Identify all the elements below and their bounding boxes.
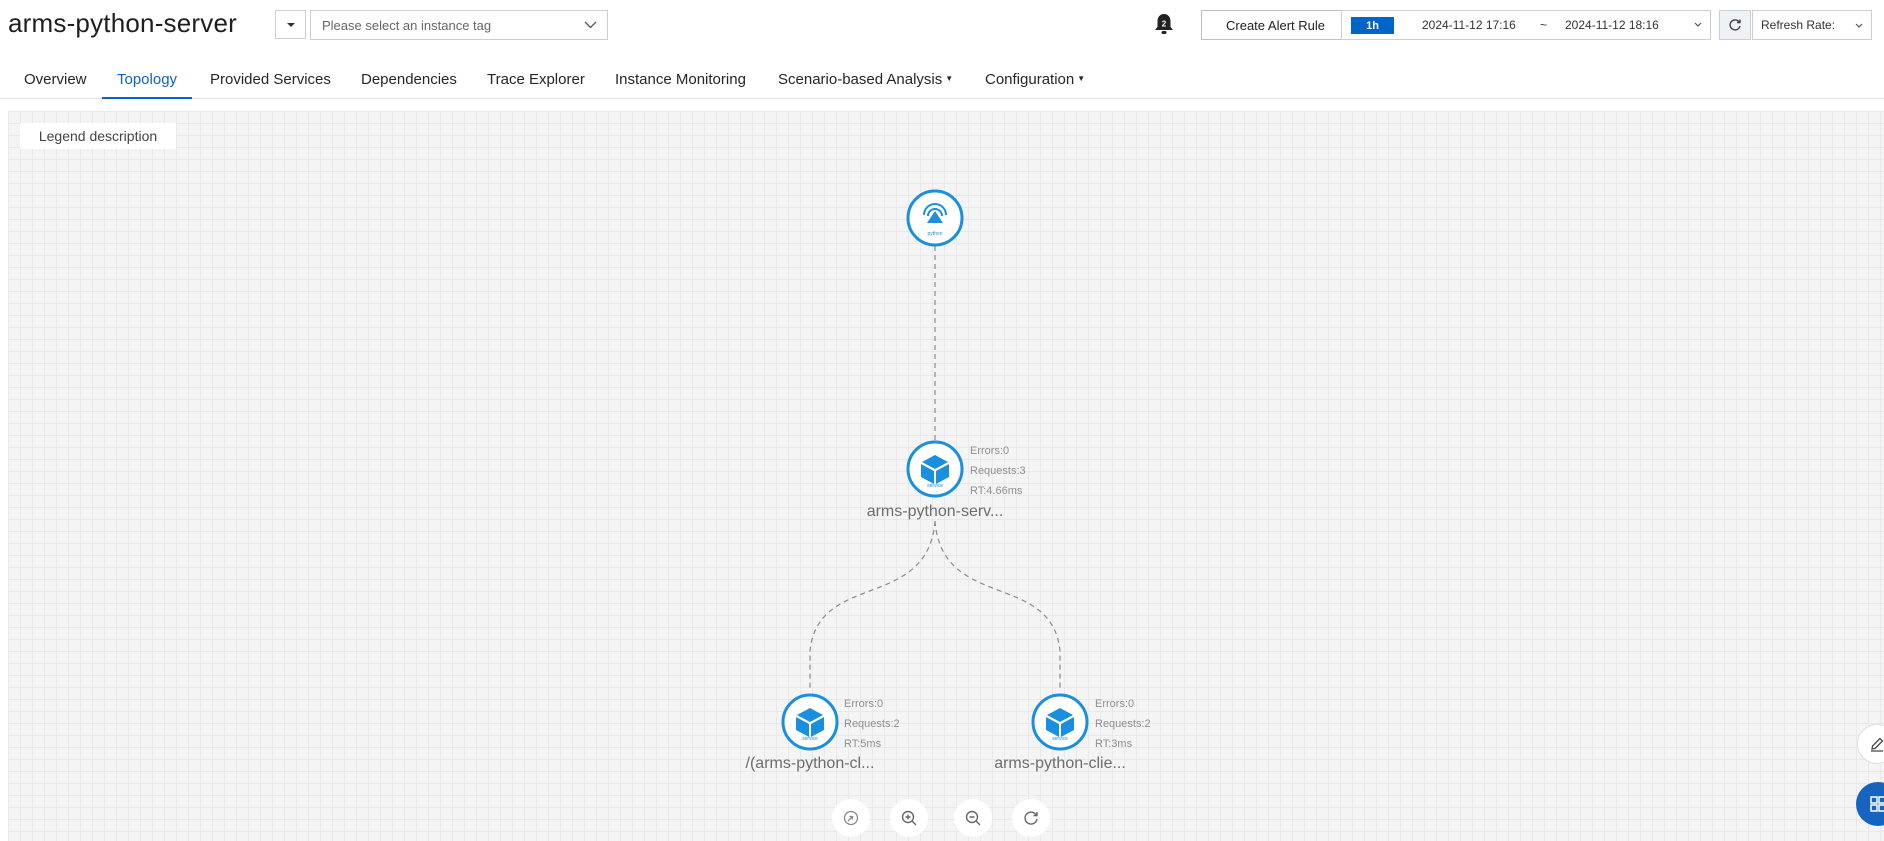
tab-configuration[interactable]: Configuration ▼ (985, 71, 1085, 99)
time-range-end: 2024-11-12 18:16 (1565, 18, 1659, 32)
refresh-button[interactable] (1719, 10, 1751, 40)
grid-icon (1870, 796, 1884, 812)
node-server-label[interactable]: arms-python-serv... (867, 503, 1004, 520)
node-client1-label[interactable]: /(arms-python-cl... (746, 755, 875, 772)
node-client1-rt: RT:5ms (844, 738, 882, 750)
time-range-badge: 1h (1351, 17, 1394, 34)
node-server-requests: Requests:3 (970, 465, 1026, 477)
topology-graph: python service Errors:0 Requests:3 RT:4.… (746, 189, 1151, 772)
tab-bar: Overview Topology Provided Services Depe… (0, 62, 1884, 99)
chevron-down-icon (1855, 23, 1863, 28)
alert-bell-icon[interactable]: 2 (1153, 12, 1175, 36)
fit-view-icon (843, 810, 859, 826)
tab-instance-monitoring[interactable]: Instance Monitoring (615, 71, 746, 99)
edge-server-to-client1 (809, 520, 936, 691)
tab-topology[interactable]: Topology (102, 71, 193, 99)
reset-icon (1024, 811, 1038, 825)
time-range-separator: ~ (1540, 18, 1548, 32)
tag-type-dropdown-button[interactable] (275, 10, 306, 39)
caret-down-icon: ▼ (945, 74, 954, 83)
node-client2-caption: service (1052, 736, 1068, 742)
create-alert-rule-button[interactable]: Create Alert Rule (1201, 10, 1350, 40)
fit-view-button[interactable] (832, 799, 870, 837)
zoom-in-button[interactable] (890, 799, 928, 837)
time-range-picker[interactable]: 1h 2024-11-12 17:16 ~ 2024-11-12 18:16 (1341, 10, 1711, 40)
node-client1-errors: Errors:0 (844, 698, 883, 710)
reset-view-button[interactable] (1012, 799, 1050, 837)
node-client2-label[interactable]: arms-python-clie... (994, 755, 1126, 772)
node-server-rt: RT:4.66ms (970, 485, 1023, 497)
caret-down-icon: ▼ (1077, 74, 1086, 83)
node-client2-errors: Errors:0 (1095, 698, 1134, 710)
node-client2-requests: Requests:2 (1095, 718, 1151, 730)
chevron-down-icon (1694, 22, 1702, 27)
pencil-icon (1871, 737, 1884, 752)
instance-tag-select[interactable]: Please select an instance tag (310, 10, 608, 40)
node-server-errors: Errors:0 (970, 445, 1009, 457)
zoom-out-icon (965, 810, 981, 826)
time-range-start: 2024-11-12 17:16 (1422, 18, 1516, 32)
tab-scenario-based-analysis[interactable]: Scenario-based Analysis ▼ (778, 71, 953, 99)
instance-tag-placeholder: Please select an instance tag (322, 17, 492, 33)
zoom-out-button[interactable] (954, 799, 992, 837)
node-server-caption: service (927, 483, 943, 489)
svg-text:2: 2 (1162, 20, 1167, 29)
caret-down-icon (286, 22, 295, 27)
topology-canvas[interactable]: Legend description python service Errors… (8, 111, 1884, 841)
node-python[interactable]: python (906, 189, 964, 247)
tab-provided-services[interactable]: Provided Services (210, 71, 331, 99)
node-client1-caption: service (802, 736, 818, 742)
node-arms-python-client-2[interactable]: service (1031, 693, 1089, 751)
refresh-rate-label: Refresh Rate: (1761, 18, 1836, 32)
node-client2-rt: RT:3ms (1095, 738, 1133, 750)
refresh-rate-select[interactable]: Refresh Rate: (1752, 10, 1872, 40)
page-title: arms-python-server (8, 8, 237, 38)
node-arms-python-server[interactable]: service (906, 440, 964, 498)
edge-server-to-client2 (934, 520, 1061, 691)
node-python-caption: python (927, 231, 942, 237)
refresh-icon (1729, 19, 1741, 31)
tab-trace-explorer[interactable]: Trace Explorer (487, 71, 585, 99)
node-arms-python-client-1[interactable]: service (781, 693, 839, 751)
tab-dependencies[interactable]: Dependencies (361, 71, 457, 99)
zoom-in-icon (901, 810, 917, 826)
node-client1-requests: Requests:2 (844, 718, 900, 730)
tab-overview[interactable]: Overview (24, 71, 87, 99)
chevron-down-icon (584, 21, 597, 29)
